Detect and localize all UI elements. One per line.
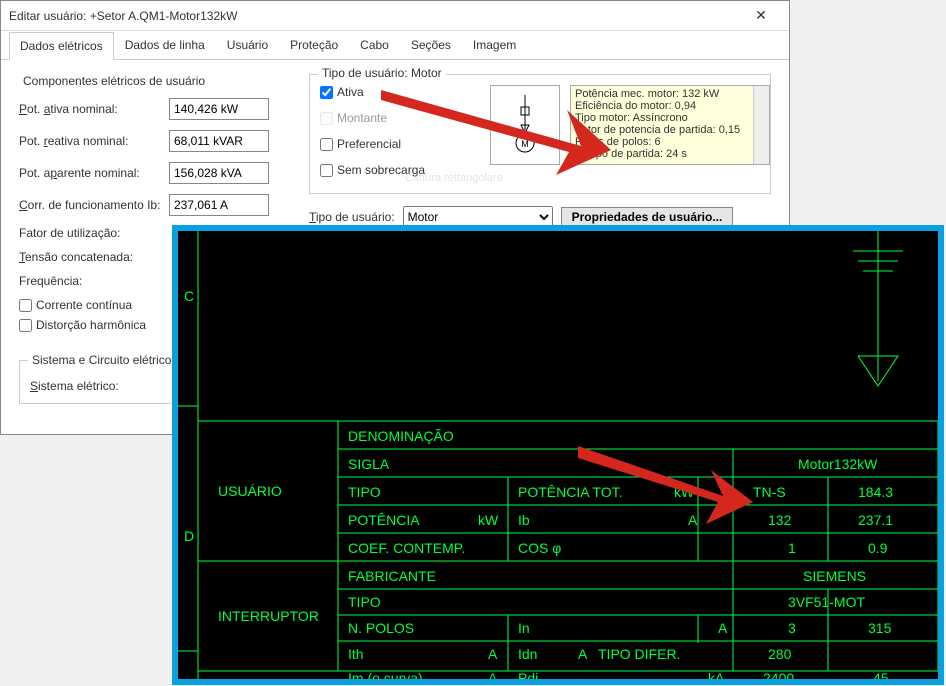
componentes-legend: Componentes elétricos de usuário [19,74,209,88]
cc-label: Corrente contínua [36,298,132,312]
montante-checkbox [320,112,333,125]
corr-func-label: Corr. de funcionamento Ib: [19,198,169,212]
svg-text:TN-S: TN-S [753,484,786,500]
tab-usuario[interactable]: Usuário [216,31,279,59]
svg-text:DENOMINAÇÃO: DENOMINAÇÃO [348,428,454,444]
svg-text:N. POLOS: N. POLOS [348,620,414,636]
svg-text:SIGLA: SIGLA [348,456,390,472]
svg-text:2400: 2400 [763,670,794,685]
svg-text:A: A [488,646,498,662]
svg-text:TIPO: TIPO [348,484,381,500]
tab-cabo[interactable]: Cabo [349,31,400,59]
dist-label: Distorção harmônica [36,318,146,332]
fator-util-label: Fator de utilização: [19,226,169,240]
svg-text:kW: kW [478,512,499,528]
svg-text:COS φ: COS φ [518,540,561,556]
pot-aparente-label: Pot. aparente nominal: [19,166,169,180]
tensao-label: Tensão concatenada: [19,250,169,264]
motor-info-box: Potência mec. motor: 132 kW Eficiência d… [570,85,770,165]
svg-text:USUÁRIO: USUÁRIO [218,483,282,499]
svg-text:kW: kW [674,484,695,500]
svg-text:POTÊNCIA: POTÊNCIA [348,512,420,528]
info-l2: Eficiência do motor: 0,94 [575,100,765,112]
pot-ativa-label: PPot. ativa nominal:ot. ativa nominal: [19,102,169,116]
ativa-label: Ativa [337,85,364,99]
svg-text:1: 1 [788,540,796,556]
freq-label: Frequência: [19,274,169,288]
montante-label: Montante [337,111,387,125]
cc-checkbox[interactable] [19,299,32,312]
info-l3: Tipo motor: Assíncrono [575,112,765,124]
info-l5: Pares de polos: 6 [575,136,765,148]
tab-protecao[interactable]: Proteção [279,31,349,59]
close-icon[interactable]: ✕ [741,7,781,24]
svg-text:184.3: 184.3 [858,484,893,500]
svg-text:0.9: 0.9 [868,540,888,556]
sistema-legend: Sistema e Circuito elétrico [28,353,175,367]
window-title: Editar usuário: +Setor A.QM1-Motor132kW [9,9,741,23]
tab-imagem[interactable]: Imagem [462,31,527,59]
svg-text:280: 280 [768,646,792,662]
svg-text:Motor132kW: Motor132kW [798,456,878,472]
corr-func-input[interactable] [169,194,269,216]
svg-text:A: A [488,670,498,685]
cad-drawing: C D USUÁRIO INTERRUPTOR DENOMINAÇÃO [172,225,944,685]
tab-bar: Dados elétricos Dados de linha Usuário P… [1,31,789,60]
cad-svg: C D USUÁRIO INTERRUPTOR DENOMINAÇÃO [178,231,944,685]
svg-text:TIPO: TIPO [348,594,381,610]
svg-text:FABRICANTE: FABRICANTE [348,568,436,584]
svg-text:3: 3 [788,620,796,636]
svg-text:132: 132 [768,512,792,528]
motor-symbol-icon: M [490,85,560,165]
pot-reativa-input[interactable] [169,130,269,152]
svg-text:Pdi: Pdi [518,670,538,685]
info-l6: Tempo de partida: 24 s [575,148,765,160]
preferencial-label: Preferencial [337,137,401,151]
svg-text:INTERRUPTOR: INTERRUPTOR [218,608,319,624]
svg-text:A: A [718,620,728,636]
preferencial-checkbox[interactable] [320,138,333,151]
info-l1: Potência mec. motor: 132 kW [575,88,765,100]
tipo-usuario-group: Tipo de usuário: Motor Ativa Montante Pr… [309,74,771,194]
svg-text:315: 315 [868,620,892,636]
svg-text:SIEMENS: SIEMENS [803,568,866,584]
svg-text:237.1: 237.1 [858,512,893,528]
info-scrollbar[interactable] [753,86,769,164]
svg-text:Im (o curva): Im (o curva) [348,670,423,685]
tab-dados-eletricos[interactable]: Dados elétricos [9,32,114,60]
tipo-usuario-label: Tipo de usuário: [309,210,395,224]
svg-text:3VF51-MOT: 3VF51-MOT [788,594,865,610]
svg-text:kA: kA [708,670,725,685]
snip-hint: Cattura rettangolare [405,172,503,184]
svg-text:A: A [578,646,588,662]
svg-text:A: A [688,512,698,528]
svg-text:Idn: Idn [518,646,537,662]
ativa-checkbox[interactable] [320,86,333,99]
svg-text:45: 45 [873,670,889,685]
svg-text:Ith: Ith [348,646,364,662]
pot-ativa-input[interactable] [169,98,269,120]
tab-dados-linha[interactable]: Dados de linha [114,31,216,59]
titlebar: Editar usuário: +Setor A.QM1-Motor132kW … [1,1,789,31]
svg-text:D: D [184,528,194,544]
svg-text:COEF. CONTEMP.: COEF. CONTEMP. [348,540,465,556]
svg-text:TIPO DIFER.: TIPO DIFER. [598,646,680,662]
pot-aparente-input[interactable] [169,162,269,184]
propriedades-button[interactable]: Propriedades de usuário... [561,207,734,227]
svg-text:C: C [184,288,194,304]
svg-text:In: In [518,620,530,636]
tipo-legend: Tipo de usuário: Motor [318,66,446,80]
dist-checkbox[interactable] [19,319,32,332]
info-l4: Fator de potencia de partida: 0,15 [575,124,765,136]
tab-secoes[interactable]: Seções [400,31,462,59]
sistema-label: istema elétrico: [38,379,119,393]
sobrecarga-checkbox[interactable] [320,164,333,177]
svg-text:Ib: Ib [518,512,530,528]
svg-text:POTÊNCIA TOT.: POTÊNCIA TOT. [518,484,623,500]
pot-reativa-label: Pot. reativa nominal: [19,134,169,148]
svg-text:M: M [521,139,529,149]
